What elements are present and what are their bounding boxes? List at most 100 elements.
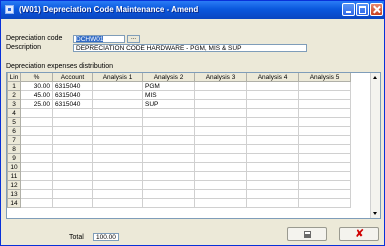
description-input[interactable]: DEPRECIATION CODE HARDWARE - PGM, MIS & … [73, 44, 307, 52]
analysis-5-cell[interactable] [298, 108, 351, 118]
analysis-1-cell[interactable] [92, 153, 143, 163]
col-header-analysis-1[interactable]: Analysis 1 [92, 73, 143, 82]
analysis-5-cell[interactable] [298, 198, 351, 208]
analysis-3-cell[interactable] [194, 171, 247, 181]
scroll-up-arrow-icon[interactable] [373, 76, 377, 79]
col-header-percent[interactable]: % [20, 73, 53, 82]
analysis-4-cell[interactable] [246, 198, 299, 208]
browse-button[interactable]: ... [127, 35, 140, 43]
analysis-3-cell[interactable] [194, 108, 247, 118]
analysis-4-cell[interactable] [246, 108, 299, 118]
analysis-1-cell[interactable] [92, 144, 143, 154]
analysis-2-cell[interactable] [142, 180, 195, 190]
account-cell[interactable] [52, 117, 93, 127]
analysis-4-cell[interactable] [246, 144, 299, 154]
cancel-button[interactable]: ✘ [339, 227, 379, 241]
analysis-1-cell[interactable] [92, 81, 143, 91]
analysis-2-cell[interactable] [142, 162, 195, 172]
title-bar[interactable]: (W01) Depreciation Code Maintenance - Am… [1, 1, 384, 19]
table-row[interactable]: 7 [7, 135, 351, 145]
analysis-5-cell[interactable] [298, 117, 351, 127]
table-row[interactable]: 2 45.00 6315040 MIS [7, 90, 351, 100]
percent-cell[interactable] [20, 144, 53, 154]
analysis-3-cell[interactable] [194, 144, 247, 154]
analysis-2-cell[interactable] [142, 198, 195, 208]
analysis-4-cell[interactable] [246, 99, 299, 109]
analysis-2-cell[interactable] [142, 171, 195, 181]
analysis-1-cell[interactable] [92, 162, 143, 172]
account-cell[interactable] [52, 135, 93, 145]
distribution-grid[interactable]: Lin % Account Analysis 1 Analysis 2 Anal… [6, 72, 381, 219]
analysis-5-cell[interactable] [298, 162, 351, 172]
percent-cell[interactable] [20, 162, 53, 172]
analysis-1-cell[interactable] [92, 135, 143, 145]
account-cell[interactable] [52, 153, 93, 163]
col-header-analysis-2[interactable]: Analysis 2 [142, 73, 195, 82]
table-row[interactable]: 11 [7, 171, 351, 181]
grid-scrollbar[interactable] [370, 73, 380, 218]
percent-cell[interactable]: 45.00 [20, 90, 53, 100]
analysis-1-cell[interactable] [92, 180, 143, 190]
percent-cell[interactable] [20, 135, 53, 145]
percent-cell[interactable] [20, 108, 53, 118]
analysis-5-cell[interactable] [298, 189, 351, 199]
scroll-down-arrow-icon[interactable] [373, 212, 377, 215]
analysis-3-cell[interactable] [194, 99, 247, 109]
analysis-1-cell[interactable] [92, 108, 143, 118]
table-row[interactable]: 4 [7, 108, 351, 118]
analysis-2-cell[interactable]: MIS [142, 90, 195, 100]
analysis-4-cell[interactable] [246, 90, 299, 100]
analysis-3-cell[interactable] [194, 126, 247, 136]
analysis-5-cell[interactable] [298, 171, 351, 181]
table-row[interactable]: 5 [7, 117, 351, 127]
percent-cell[interactable]: 30.00 [20, 81, 53, 91]
percent-cell[interactable] [20, 198, 53, 208]
analysis-2-cell[interactable] [142, 117, 195, 127]
analysis-3-cell[interactable] [194, 153, 247, 163]
analysis-5-cell[interactable] [298, 144, 351, 154]
table-row[interactable]: 1 30.00 6315040 PGM [7, 81, 351, 91]
table-row[interactable]: 13 [7, 189, 351, 199]
analysis-5-cell[interactable] [298, 135, 351, 145]
account-cell[interactable] [52, 180, 93, 190]
analysis-5-cell[interactable] [298, 81, 351, 91]
analysis-5-cell[interactable] [298, 180, 351, 190]
analysis-1-cell[interactable] [92, 171, 143, 181]
analysis-3-cell[interactable] [194, 189, 247, 199]
analysis-4-cell[interactable] [246, 81, 299, 91]
analysis-4-cell[interactable] [246, 135, 299, 145]
table-row[interactable]: 6 [7, 126, 351, 136]
analysis-3-cell[interactable] [194, 81, 247, 91]
col-header-lin[interactable]: Lin [7, 73, 21, 82]
account-cell[interactable]: 6315040 [52, 81, 93, 91]
analysis-2-cell[interactable] [142, 153, 195, 163]
table-row[interactable]: 14 [7, 198, 351, 208]
analysis-2-cell[interactable] [142, 135, 195, 145]
percent-cell[interactable] [20, 189, 53, 199]
analysis-2-cell[interactable] [142, 126, 195, 136]
account-cell[interactable] [52, 144, 93, 154]
analysis-5-cell[interactable] [298, 99, 351, 109]
analysis-2-cell[interactable] [142, 189, 195, 199]
percent-cell[interactable] [20, 117, 53, 127]
analysis-2-cell[interactable]: SUP [142, 99, 195, 109]
analysis-1-cell[interactable] [92, 198, 143, 208]
analysis-1-cell[interactable] [92, 90, 143, 100]
account-cell[interactable] [52, 162, 93, 172]
analysis-3-cell[interactable] [194, 180, 247, 190]
col-header-analysis-4[interactable]: Analysis 4 [246, 73, 299, 82]
depreciation-code-input[interactable]: DCHW01 [73, 35, 125, 43]
analysis-2-cell[interactable] [142, 108, 195, 118]
analysis-1-cell[interactable] [92, 99, 143, 109]
analysis-4-cell[interactable] [246, 117, 299, 127]
table-row[interactable]: 12 [7, 180, 351, 190]
analysis-4-cell[interactable] [246, 126, 299, 136]
analysis-5-cell[interactable] [298, 126, 351, 136]
col-header-account[interactable]: Account [52, 73, 93, 82]
save-button[interactable] [287, 227, 327, 241]
table-row[interactable]: 9 [7, 153, 351, 163]
account-cell[interactable] [52, 171, 93, 181]
percent-cell[interactable] [20, 153, 53, 163]
col-header-analysis-5[interactable]: Analysis 5 [298, 73, 351, 82]
percent-cell[interactable] [20, 171, 53, 181]
